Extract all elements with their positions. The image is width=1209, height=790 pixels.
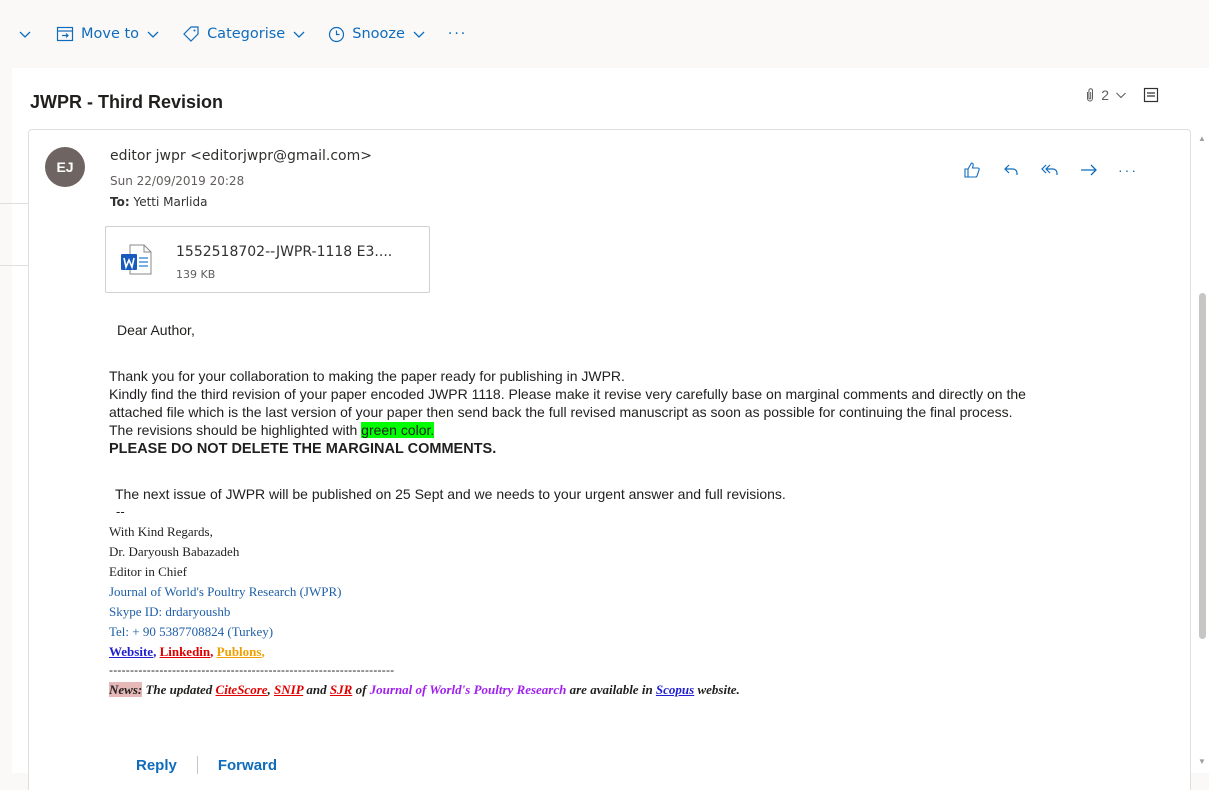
signature-links: Website, Linkedin, Publons, bbox=[109, 642, 265, 662]
news-text: website. bbox=[694, 682, 740, 697]
attachment-card[interactable]: 1552518702--JWPR-1118 E3.... 139 KB bbox=[105, 226, 430, 293]
scroll-down-arrow-icon[interactable]: ▼ bbox=[1198, 757, 1206, 766]
message-subject: JWPR - Third Revision bbox=[30, 92, 224, 112]
more-actions-button[interactable]: ··· bbox=[1118, 160, 1138, 180]
journal-name: Journal of World's Poultry Research bbox=[369, 682, 567, 697]
collapse-chevron-icon[interactable] bbox=[18, 27, 32, 41]
publons-link[interactable]: Publons bbox=[217, 644, 262, 659]
news-label: News: bbox=[109, 682, 143, 697]
arrow-right-icon bbox=[1081, 164, 1097, 176]
scroll-up-arrow-icon[interactable]: ▲ bbox=[1198, 134, 1206, 143]
divider bbox=[0, 265, 28, 266]
collapse-thread-icon[interactable] bbox=[1143, 87, 1159, 103]
paragraph: Thank you for your collaboration to maki… bbox=[109, 368, 625, 384]
snooze-button[interactable]: Snooze bbox=[328, 26, 426, 43]
reply-forward-bar: Reply Forward bbox=[136, 756, 277, 774]
news-line: News: The updated CiteScore, SNIP and SJ… bbox=[109, 680, 740, 700]
signature-divider: ----------------------------------------… bbox=[109, 663, 395, 677]
attachment-size: 139 KB bbox=[176, 268, 216, 281]
chevron-down-icon bbox=[293, 31, 305, 38]
word-document-icon bbox=[121, 244, 152, 275]
snooze-label: Snooze bbox=[352, 26, 405, 42]
signature-tel: Tel: + 90 5387708824 (Turkey) bbox=[109, 624, 274, 639]
separator: , bbox=[261, 644, 265, 659]
reply-all-button[interactable] bbox=[1040, 160, 1060, 180]
attachment-count[interactable]: 2 bbox=[1101, 87, 1109, 103]
like-button[interactable] bbox=[962, 160, 982, 180]
reply-link[interactable]: Reply bbox=[136, 757, 177, 774]
divider bbox=[196, 756, 198, 774]
thumbs-up-icon bbox=[964, 162, 980, 178]
categorise-button[interactable]: Categorise bbox=[182, 25, 306, 43]
snip-link[interactable]: SNIP bbox=[274, 682, 303, 697]
news-text: of bbox=[352, 682, 370, 697]
greeting: Dear Author, bbox=[117, 322, 195, 338]
divider bbox=[0, 203, 28, 204]
news-text: The updated bbox=[142, 682, 216, 697]
attachment-name: 1552518702--JWPR-1118 E3.... bbox=[176, 244, 393, 260]
command-toolbar: Move to Categorise Snooze ··· bbox=[0, 0, 1209, 68]
news-text: and bbox=[303, 682, 330, 697]
to-label: To: bbox=[110, 195, 130, 209]
sent-date: Sun 22/09/2019 20:28 bbox=[110, 174, 245, 188]
linkedin-link[interactable]: Linkedin bbox=[160, 644, 211, 659]
avatar[interactable]: EJ bbox=[45, 147, 85, 187]
website-link[interactable]: Website bbox=[109, 644, 153, 659]
signature-role: Editor in Chief bbox=[109, 564, 187, 579]
forward-link[interactable]: Forward bbox=[218, 757, 277, 774]
scopus-link[interactable]: Scopus bbox=[656, 682, 694, 697]
citescore-link[interactable]: CiteScore bbox=[216, 682, 268, 697]
forward-button[interactable] bbox=[1079, 160, 1099, 180]
paragraph: The next issue of JWPR will be published… bbox=[115, 486, 786, 502]
recipients: To: Yetti Marlida bbox=[110, 195, 207, 209]
paperclip-icon bbox=[1087, 88, 1094, 102]
paragraph: Kindly find the third revision of your p… bbox=[109, 386, 1026, 402]
reply-button[interactable] bbox=[1001, 160, 1021, 180]
signature-name: Dr. Daryoush Babazadeh bbox=[109, 544, 240, 559]
more-toolbar-button[interactable]: ··· bbox=[448, 26, 467, 42]
separator-dashes: -- bbox=[116, 504, 125, 519]
paragraph: attached file which is the last version … bbox=[109, 404, 1013, 420]
signature-skype: Skype ID: drdaryoushb bbox=[109, 604, 231, 619]
reply-all-icon bbox=[1041, 164, 1058, 175]
news-text: are available in bbox=[566, 682, 656, 697]
scrollbar-thumb[interactable] bbox=[1199, 293, 1206, 639]
categorise-label: Categorise bbox=[207, 26, 286, 42]
chevron-down-icon bbox=[413, 31, 425, 38]
sjr-link[interactable]: SJR bbox=[330, 682, 352, 697]
signature-journal: Journal of World's Poultry Research (JWP… bbox=[109, 584, 342, 599]
highlight-instruction: The revisions should be highlighted with bbox=[109, 422, 362, 438]
reply-icon bbox=[1004, 164, 1018, 175]
signature-regards: With Kind Regards, bbox=[109, 524, 213, 539]
recipient-name[interactable]: Yetti Marlida bbox=[133, 195, 207, 209]
chevron-down-icon[interactable] bbox=[1115, 89, 1127, 101]
warning-text: PLEASE DO NOT DELETE THE MARGINAL COMMEN… bbox=[109, 441, 497, 457]
message-actions: ··· bbox=[962, 160, 1138, 180]
paragraph: The revisions should be highlighted with… bbox=[109, 421, 435, 439]
sender[interactable]: editor jwpr <editorjwpr@gmail.com> bbox=[110, 148, 372, 164]
subject-actions: 2 bbox=[1085, 87, 1159, 103]
move-to-button[interactable]: Move to bbox=[56, 26, 160, 42]
move-to-icon bbox=[56, 26, 74, 42]
tag-icon bbox=[183, 26, 199, 42]
clock-icon bbox=[329, 26, 345, 42]
move-to-label: Move to bbox=[81, 26, 140, 42]
highlight-text: green color. bbox=[361, 422, 435, 438]
chevron-down-icon bbox=[147, 31, 159, 38]
